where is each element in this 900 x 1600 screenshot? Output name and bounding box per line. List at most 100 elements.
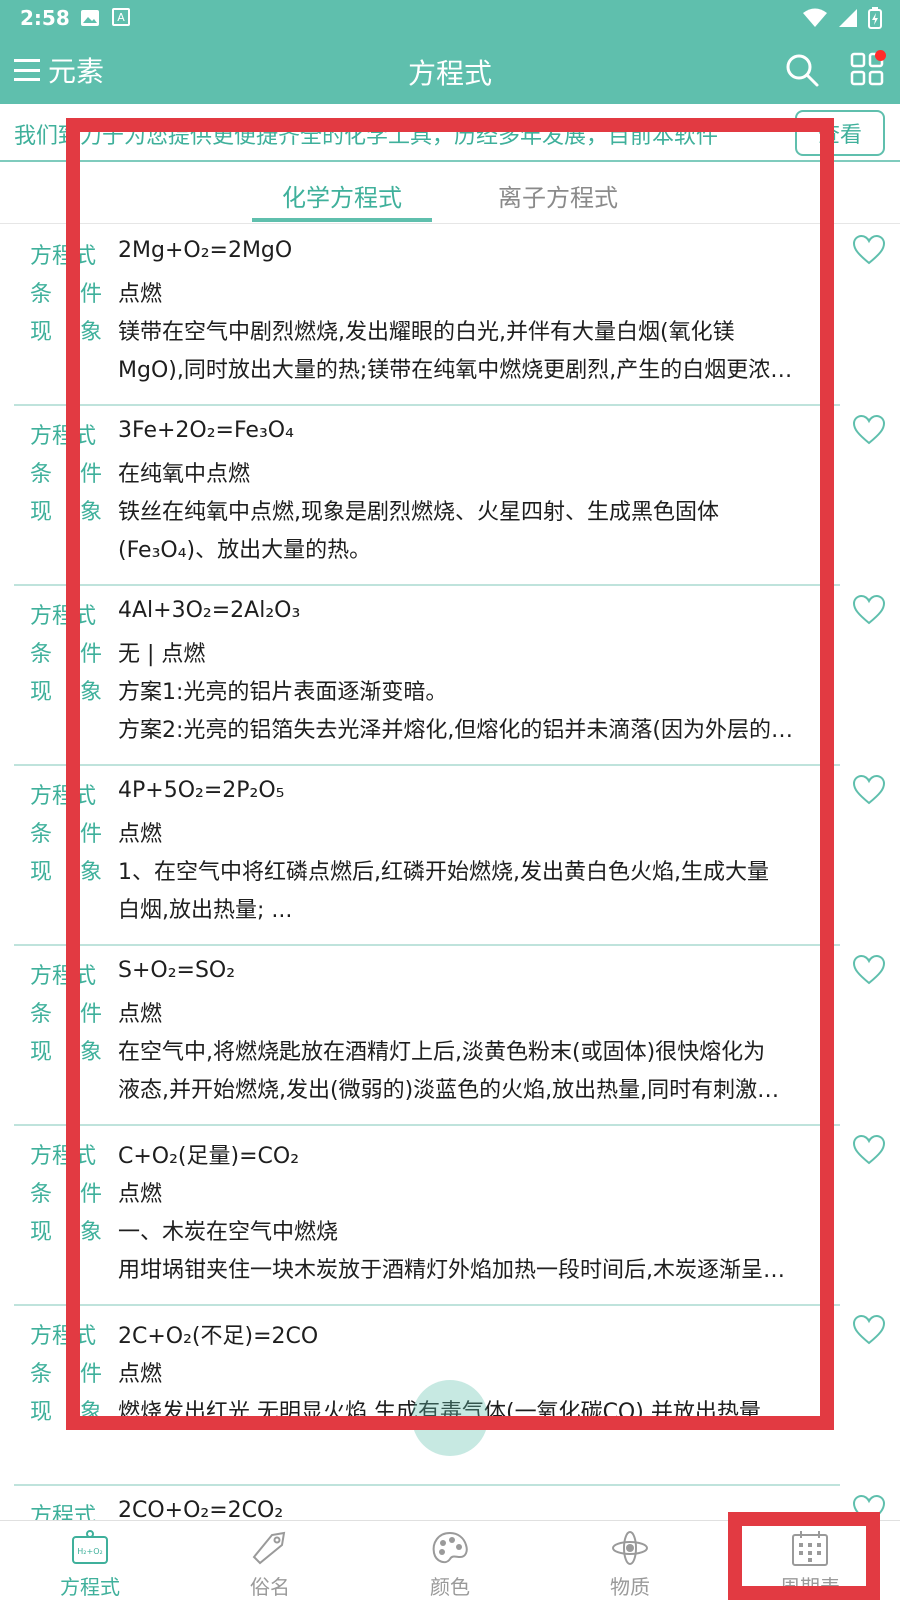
label-char: 现 — [30, 320, 53, 345]
floating-action-button[interactable] — [412, 1380, 488, 1456]
condition-value: 点燃 — [118, 822, 163, 847]
condition-label: 条件 — [30, 636, 110, 668]
phenomenon-line-1: 在空气中,将燃烧匙放在酒精灯上后,淡黄色粉末(或固体)很快熔化为 — [118, 1040, 766, 1065]
label-char: 程 — [52, 964, 75, 989]
favorite-heart-icon[interactable] — [852, 1134, 886, 1166]
label-char: 象 — [80, 1040, 103, 1065]
phenomenon-label: 现象 — [30, 314, 110, 346]
label-char: 程 — [52, 424, 75, 449]
equation-list[interactable]: 方程式 2Mg+O₂=2MgO 条件点燃现象镁带在空气中剧烈燃烧,发出耀眼的白光,并… — [0, 226, 900, 1520]
favorite-heart-icon[interactable] — [852, 234, 886, 266]
apps-grid-button[interactable] — [850, 50, 886, 86]
label-char: 方 — [30, 784, 53, 809]
equation-label: 方程式 — [30, 958, 110, 990]
condition-label: 条件 — [30, 996, 110, 1028]
label-char: 式 — [74, 1324, 97, 1349]
label-char: 方 — [30, 964, 53, 989]
nav-item-color[interactable]: 颜色 — [360, 1521, 540, 1600]
page-title: 方程式 — [407, 57, 492, 90]
label-char: 现 — [30, 680, 53, 705]
label-char: 象 — [80, 320, 103, 345]
equation-label: 方程式 — [30, 418, 110, 450]
nav-label-equation: 方程式 — [60, 1575, 120, 1599]
favorite-heart-icon[interactable] — [852, 1314, 886, 1346]
nav-label-common-name: 俗名 — [250, 1575, 290, 1599]
equation-value: S+O₂=SO₂ — [118, 958, 236, 983]
image-notification-icon — [81, 10, 99, 26]
equation-card[interactable]: 方程式 2Mg+O₂=2MgO 条件点燃现象镁带在空气中剧烈燃烧,发出耀眼的白光,并… — [0, 226, 900, 406]
equation-label: 方程式 — [30, 598, 110, 630]
label-char: 方 — [30, 1504, 53, 1520]
phenomenon-line-2: 液态,并开始燃烧,发出(微弱的)淡蓝色的火焰,放出热量,同时有刺激… — [118, 1078, 780, 1103]
equation-value: 4P+5O₂=2P₂O₅ — [118, 778, 285, 803]
status-time: 2:58 — [20, 6, 70, 30]
nav-item-periodic-table[interactable]: 周期表 — [720, 1521, 900, 1600]
nav-item-equation[interactable]: H₂+O₂ 方程式 — [0, 1521, 180, 1600]
label-char: 式 — [74, 964, 97, 989]
status-bar: 2:58 A — [0, 0, 900, 36]
equation-card[interactable]: 方程式 4P+5O₂=2P₂O₅ 条件点燃现象 1、在空气中将红磷点燃后,红磷开始燃烧… — [0, 766, 900, 946]
label-char: 程 — [52, 1324, 75, 1349]
favorite-heart-icon[interactable] — [852, 1494, 886, 1520]
nav-item-substance[interactable]: 物质 — [540, 1521, 720, 1600]
label-char: 方 — [30, 424, 53, 449]
equation-card[interactable]: 方程式2CO+O₂=2CO₂条件点燃 | 催化剂(铂、钯合金)现象 — [0, 1486, 900, 1520]
search-icon[interactable] — [784, 52, 820, 88]
phenomenon-line-2: MgO),同时放出大量的热;镁带在纯氧中燃烧更剧烈,产生的白烟更浓… — [118, 358, 793, 383]
favorite-heart-icon[interactable] — [852, 414, 886, 446]
equation-card[interactable]: 方程式 4Al+3O₂=2Al₂O₃ 条件无 | 点燃现象方案1:光亮的铝片表面逐渐… — [0, 586, 900, 766]
phenomenon-line-1: 方案1:光亮的铝片表面逐渐变暗。 — [118, 680, 448, 705]
notification-dot — [875, 50, 886, 61]
label-char: 方 — [30, 604, 53, 629]
label-char: 象 — [80, 1220, 103, 1245]
equation-value: 2Mg+O₂=2MgO — [118, 238, 293, 263]
favorite-heart-icon[interactable] — [852, 954, 886, 986]
equation-card[interactable]: 方程式 C+O₂(足量)=CO₂ 条件点燃现象一、木炭在空气中燃烧 用坩埚钳夹住一块木… — [0, 1126, 900, 1306]
equation-tabs: 化学方程式 离子方程式 — [0, 162, 900, 224]
phenomenon-label: 现象 — [30, 494, 110, 526]
label-char: 式 — [74, 604, 97, 629]
tab-indicator — [252, 218, 432, 222]
nav-label-periodic-table: 周期表 — [780, 1575, 840, 1599]
equation-value: C+O₂(足量)=CO₂ — [118, 1144, 300, 1169]
app-bar: 元素 方程式 — [0, 36, 900, 104]
equation-card[interactable]: 方程式 3Fe+2O₂=Fe₃O₄ 条件在纯氧中点燃现象铁丝在纯氧中点燃,现象是剧烈… — [0, 406, 900, 586]
equation-value: 2C+O₂(不足)=2CO — [118, 1324, 319, 1349]
nav-label-substance: 物质 — [610, 1575, 650, 1599]
notice-text: 我们致力于为您提供更便捷齐全的化学工具，历经多年发展，目前本软件 — [14, 124, 719, 149]
condition-label: 条件 — [30, 276, 110, 308]
label-char: 条 — [30, 282, 53, 307]
equation-label: 方程式 — [30, 238, 110, 270]
nav-item-common-name[interactable]: 俗名 — [180, 1521, 360, 1600]
label-char: 件 — [80, 282, 103, 307]
label-char: 程 — [52, 244, 75, 269]
tag-icon — [252, 1531, 286, 1565]
label-char: 方 — [30, 1144, 53, 1169]
bottom-nav: H₂+O₂ 方程式 俗名 颜色 物质 周期表 — [0, 1520, 900, 1600]
phenomenon-label: 现象 — [30, 1214, 110, 1246]
label-char: 件 — [80, 642, 103, 667]
label-char: 现 — [30, 860, 53, 885]
phenomenon-line-2: (Fe₃O₄)、放出大量的热。 — [118, 538, 372, 563]
phenomenon-line-1: 铁丝在纯氧中点燃,现象是剧烈燃烧、火星四射、生成黑色固体 — [118, 500, 719, 525]
condition-value: 在纯氧中点燃 — [118, 462, 251, 487]
condition-value: 点燃 — [118, 282, 163, 307]
phenomenon-line-2: 白烟,放出热量; ... — [118, 898, 293, 923]
phenomenon-line-2: 方案2:光亮的铝箔失去光泽并熔化,但熔化的铝并未滴落(因为外层的… — [118, 718, 793, 743]
equation-card[interactable]: 方程式 S+O₂=SO₂ 条件点燃现象在空气中,将燃烧匙放在酒精灯上后,淡黄色粉末(… — [0, 946, 900, 1126]
tab-chemical-equation[interactable]: 化学方程式 — [282, 178, 402, 213]
equation-value: 3Fe+2O₂=Fe₃O₄ — [118, 418, 294, 443]
view-notice-button[interactable]: 查看 — [795, 110, 885, 156]
favorite-heart-icon[interactable] — [852, 774, 886, 806]
label-char: 式 — [74, 784, 97, 809]
signal-icon — [839, 9, 857, 27]
tab-ionic-equation[interactable]: 离子方程式 — [498, 178, 618, 213]
label-char: 程 — [52, 784, 75, 809]
phenomenon-label: 现象 — [30, 1394, 110, 1426]
label-char: 件 — [80, 1182, 103, 1207]
favorite-heart-icon[interactable] — [852, 594, 886, 626]
calendar-grid-icon — [792, 1531, 828, 1566]
label-char: 象 — [80, 1400, 103, 1425]
label-char: 件 — [80, 1002, 103, 1027]
equation-label: 方程式 — [30, 1138, 110, 1170]
